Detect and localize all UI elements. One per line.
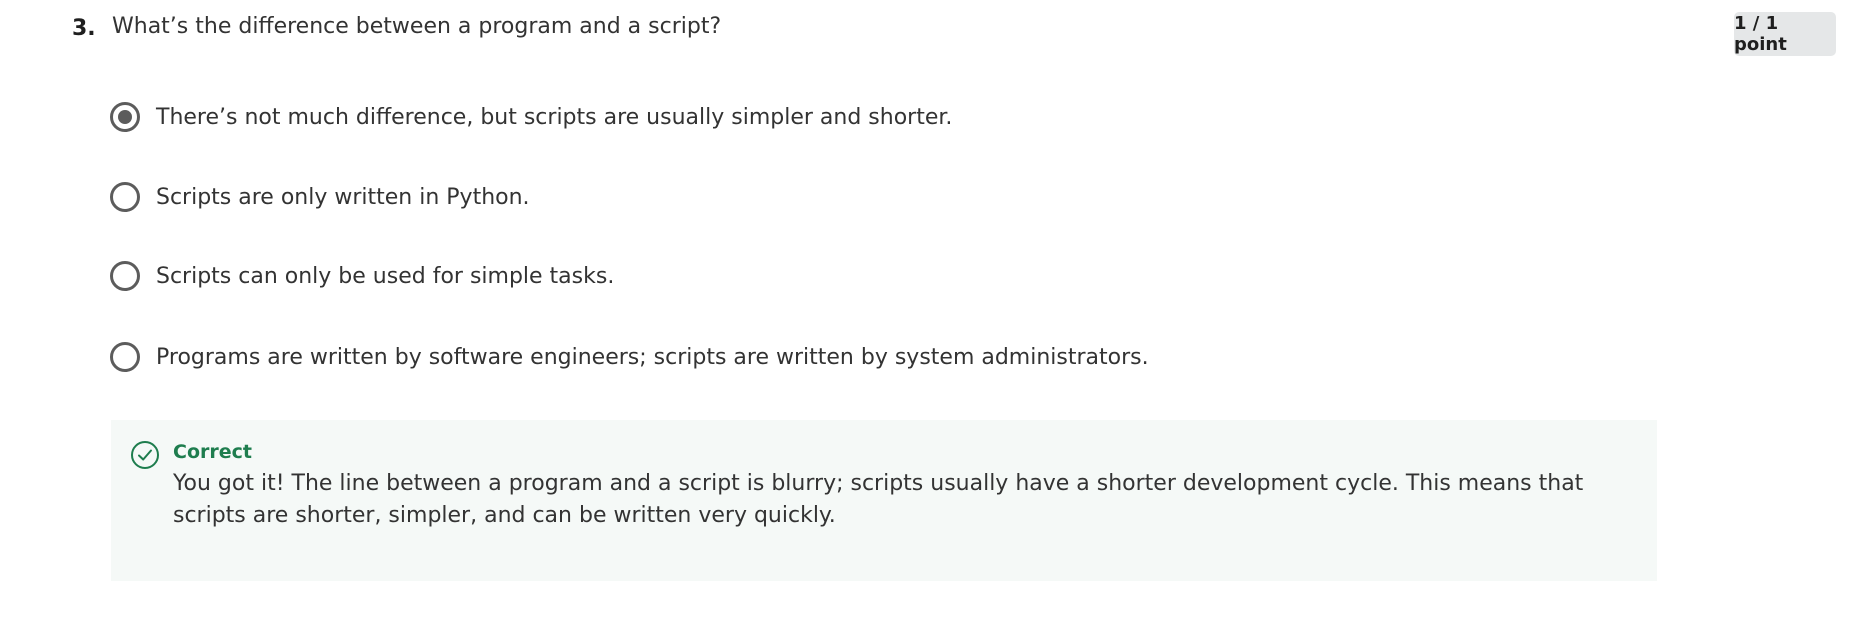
- question-text: What’s the difference between a program …: [112, 14, 722, 39]
- check-circle-icon: [130, 440, 160, 470]
- score-badge: 1 / 1 point: [1734, 12, 1836, 56]
- option-label: Scripts can only be used for simple task…: [156, 263, 615, 289]
- question-number: 3.: [72, 16, 96, 41]
- radio-button[interactable]: [110, 261, 140, 291]
- option-label: Scripts are only written in Python.: [156, 184, 530, 210]
- answer-option-3[interactable]: Scripts can only be used for simple task…: [110, 258, 614, 294]
- feedback-title: Correct: [173, 441, 252, 463]
- radio-button[interactable]: [110, 342, 140, 372]
- radio-button[interactable]: [110, 182, 140, 212]
- answer-option-2[interactable]: Scripts are only written in Python.: [110, 179, 530, 215]
- feedback-text: You got it! The line between a program a…: [173, 471, 1584, 528]
- answer-option-4[interactable]: Programs are written by software enginee…: [110, 339, 1149, 375]
- answer-option-1[interactable]: There’s not much difference, but scripts…: [110, 99, 952, 135]
- option-label: Programs are written by software enginee…: [156, 344, 1149, 370]
- option-label: There’s not much difference, but scripts…: [156, 104, 953, 130]
- feedback-panel: Correct You got it! The line between a p…: [111, 420, 1657, 581]
- radio-button-selected[interactable]: [110, 102, 140, 132]
